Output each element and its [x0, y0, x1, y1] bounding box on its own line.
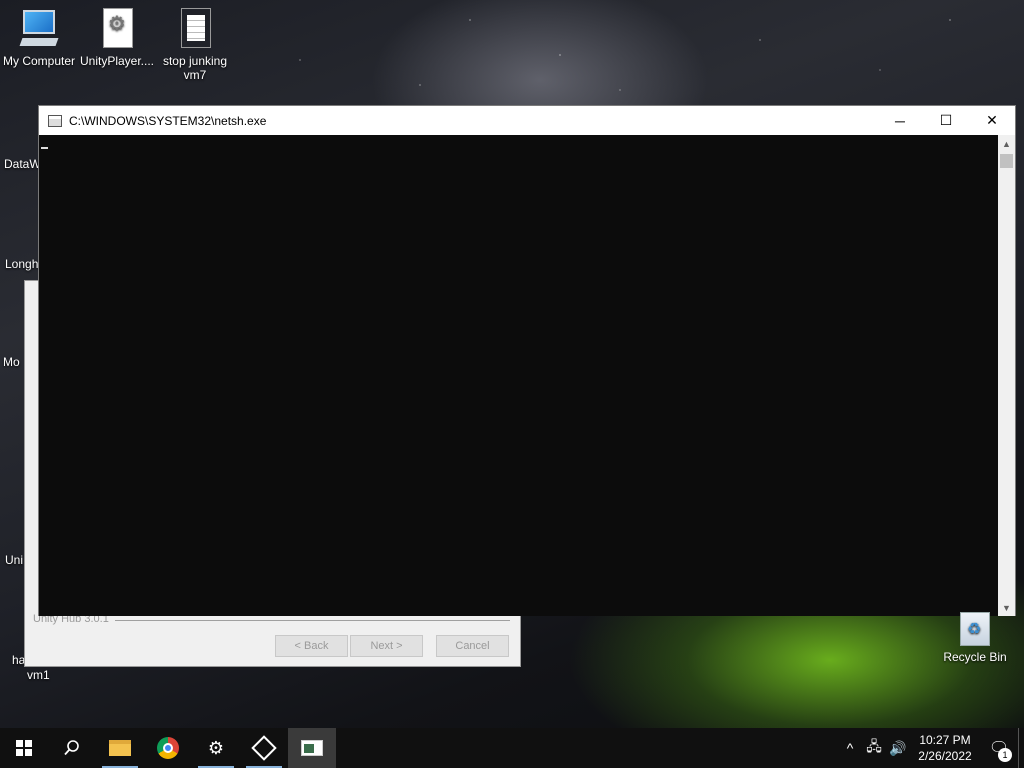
- scroll-up-icon[interactable]: ▲: [998, 135, 1015, 152]
- taskbar-file-explorer[interactable]: [96, 728, 144, 768]
- chrome-icon: [157, 737, 179, 759]
- settings-file-icon: [97, 8, 137, 50]
- desktop-icon-mo-label[interactable]: Mo: [3, 355, 20, 369]
- text-cursor: [41, 147, 48, 149]
- computer-icon: [19, 8, 59, 50]
- cancel-button[interactable]: Cancel: [436, 635, 509, 657]
- maximize-button[interactable]: ☐: [923, 106, 969, 135]
- desktop-icon-label: UnityPlayer....: [79, 54, 155, 68]
- desktop-icon-vm1-label[interactable]: vm1: [27, 668, 50, 682]
- back-button[interactable]: < Back: [275, 635, 348, 657]
- desktop-icon-unityplayer[interactable]: UnityPlayer....: [78, 8, 156, 68]
- taskbar-chrome[interactable]: [144, 728, 192, 768]
- console-output-area[interactable]: [39, 135, 1000, 616]
- windows-logo-icon: [16, 740, 32, 756]
- console-icon: [48, 114, 62, 127]
- text-file-icon: [175, 8, 215, 50]
- taskbar-settings[interactable]: ⚙: [192, 728, 240, 768]
- netsh-console-window[interactable]: C:\WINDOWS\SYSTEM32\netsh.exe ─ ☐ ✕ ▲ ▼: [38, 105, 1016, 616]
- taskbar-unity[interactable]: [240, 728, 288, 768]
- folder-icon: [109, 740, 131, 756]
- desktop-icon-datawarrior-label[interactable]: DataW: [4, 157, 41, 171]
- window-title: C:\WINDOWS\SYSTEM32\netsh.exe: [69, 113, 267, 128]
- action-center-button[interactable]: 🗨 1: [980, 738, 1018, 762]
- console-icon: [301, 740, 323, 756]
- close-button[interactable]: ✕: [969, 106, 1015, 135]
- scrollbar-thumb[interactable]: [1000, 154, 1013, 168]
- clock[interactable]: 10:27 PM 2/26/2022: [910, 732, 980, 764]
- volume-icon[interactable]: 🔊: [886, 740, 910, 757]
- desktop-icon-label: My Computer: [2, 54, 76, 68]
- show-desktop-button[interactable]: [1018, 728, 1024, 768]
- chevron-up-icon[interactable]: ^: [838, 740, 862, 756]
- gear-icon: ⚙: [207, 737, 225, 758]
- desktop-icon-my-computer[interactable]: My Computer: [0, 8, 78, 68]
- desktop-icon-label: stop junking vm7: [162, 54, 228, 82]
- clock-time: 10:27 PM: [919, 733, 971, 747]
- taskbar: ⚙ ^ 🖧 🔊 10:27 PM 2/26/2022 🗨 1: [0, 728, 1024, 768]
- vertical-scrollbar[interactable]: ▲ ▼: [998, 135, 1015, 616]
- divider: [115, 620, 510, 621]
- desktop-icon-longh-label[interactable]: Longh: [5, 257, 38, 271]
- taskbar-netsh-console[interactable]: [288, 728, 336, 768]
- clock-date: 2/26/2022: [918, 749, 972, 763]
- search-button[interactable]: [48, 728, 96, 768]
- minimize-button[interactable]: ─: [877, 106, 923, 135]
- desktop-icon-label: Recycle Bin: [943, 650, 1007, 664]
- desktop-icon-unity-label[interactable]: Uni: [5, 553, 23, 567]
- notification-count-badge: 1: [998, 748, 1012, 762]
- recycle-bin-icon: [960, 612, 990, 646]
- desktop-icon-recycle-bin[interactable]: Recycle Bin: [938, 612, 1012, 664]
- window-titlebar[interactable]: C:\WINDOWS\SYSTEM32\netsh.exe ─ ☐ ✕: [39, 106, 1015, 135]
- network-icon[interactable]: 🖧: [862, 736, 886, 760]
- system-tray: ^ 🖧 🔊 10:27 PM 2/26/2022 🗨 1: [838, 728, 1024, 768]
- search-icon: [64, 740, 79, 756]
- desktop-icon-stop-junking-vm7[interactable]: stop junking vm7: [156, 8, 234, 82]
- unity-icon: [251, 735, 277, 761]
- start-button[interactable]: [0, 728, 48, 768]
- next-button[interactable]: Next >: [350, 635, 423, 657]
